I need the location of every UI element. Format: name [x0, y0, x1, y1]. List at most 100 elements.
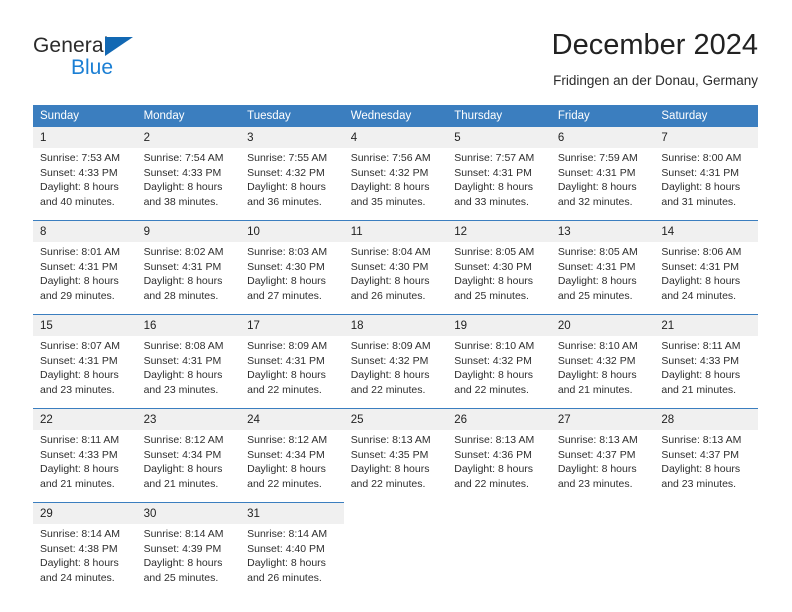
day-cell-empty: [447, 524, 551, 596]
sunrise-text: Sunrise: 8:09 AM: [247, 340, 328, 352]
day-number[interactable]: 10: [240, 220, 344, 242]
daylight-text-line2: and 36 minutes.: [247, 195, 322, 208]
day-cell: Sunrise: 8:14 AM Sunset: 4:40 PM Dayligh…: [240, 524, 344, 596]
daylight-text-line2: and 32 minutes.: [557, 195, 633, 208]
day-number[interactable]: 12: [447, 220, 551, 242]
daylight-text-line1: Daylight: 8 hours: [40, 369, 119, 382]
sunset-text: Sunset: 4:30 PM: [454, 260, 532, 273]
logo-triangle-icon: [105, 37, 133, 56]
day-number[interactable]: 28: [654, 408, 758, 430]
title-block: December 2024 Fridingen an der Donau, Ge…: [552, 28, 758, 90]
day-number[interactable]: 17: [240, 314, 344, 336]
sunrise-text: Sunrise: 8:06 AM: [661, 246, 742, 258]
sunset-text: Sunset: 4:30 PM: [350, 260, 429, 273]
day-number[interactable]: 20: [550, 314, 655, 336]
day-number[interactable]: 13: [550, 220, 655, 242]
sunrise-text: Sunrise: 8:04 AM: [350, 246, 431, 258]
daylight-text-line2: and 23 minutes.: [557, 477, 633, 490]
weekday-header-friday: Friday: [550, 105, 655, 127]
logo-text-blue: Blue: [71, 56, 114, 79]
day-number[interactable]: 1: [33, 127, 137, 148]
page-title: December 2024: [551, 29, 758, 61]
sunset-text: Sunset: 4:33 PM: [40, 448, 118, 461]
daylight-text-line2: and 25 minutes.: [454, 289, 529, 302]
sunset-text: Sunset: 4:32 PM: [247, 166, 325, 179]
daylight-text-line2: and 21 minutes.: [143, 477, 219, 490]
sunrise-text: Sunrise: 8:13 AM: [661, 434, 742, 446]
day-cell: Sunrise: 8:07 AM Sunset: 4:31 PM Dayligh…: [33, 336, 137, 409]
daylight-text-line1: Daylight: 8 hours: [661, 463, 741, 476]
sunset-text: Sunset: 4:30 PM: [247, 260, 325, 273]
day-number[interactable]: 29: [33, 502, 137, 524]
day-number[interactable]: 2: [136, 127, 241, 148]
daylight-text-line1: Daylight: 8 hours: [350, 275, 430, 288]
day-number[interactable]: 22: [33, 408, 137, 430]
week-info-row: Sunrise: 8:14 AM Sunset: 4:38 PM Dayligh…: [33, 524, 758, 596]
daylight-text-line1: Daylight: 8 hours: [661, 181, 741, 194]
sunrise-text: Sunrise: 8:02 AM: [143, 246, 224, 258]
day-cell: Sunrise: 8:10 AM Sunset: 4:32 PM Dayligh…: [550, 336, 655, 409]
day-cell: Sunrise: 8:12 AM Sunset: 4:34 PM Dayligh…: [136, 430, 241, 503]
daylight-text-line1: Daylight: 8 hours: [143, 369, 223, 382]
day-cell: Sunrise: 7:54 AM Sunset: 4:33 PM Dayligh…: [136, 148, 241, 221]
daylight-text-line2: and 22 minutes.: [454, 477, 529, 490]
day-number[interactable]: 16: [136, 314, 241, 336]
sunset-text: Sunset: 4:40 PM: [247, 542, 325, 555]
sunset-text: Sunset: 4:37 PM: [661, 448, 740, 461]
day-number[interactable]: 3: [240, 127, 344, 148]
sunrise-text: Sunrise: 7:53 AM: [40, 152, 120, 164]
day-number[interactable]: 5: [447, 127, 551, 148]
weekday-header-saturday: Saturday: [654, 105, 758, 127]
sunset-text: Sunset: 4:31 PM: [40, 354, 118, 367]
daylight-text-line2: and 25 minutes.: [557, 289, 633, 302]
day-number[interactable]: 26: [447, 408, 551, 430]
day-cell: Sunrise: 7:55 AM Sunset: 4:32 PM Dayligh…: [240, 148, 344, 221]
day-number[interactable]: 14: [654, 220, 758, 242]
day-number[interactable]: 30: [136, 502, 241, 524]
day-number[interactable]: 31: [240, 502, 344, 524]
sunrise-text: Sunrise: 8:14 AM: [247, 528, 328, 540]
sunset-text: Sunset: 4:33 PM: [143, 166, 222, 179]
day-number[interactable]: 23: [136, 408, 241, 430]
weekday-header-tuesday: Tuesday: [240, 105, 344, 127]
day-cell: Sunrise: 8:04 AM Sunset: 4:30 PM Dayligh…: [343, 242, 448, 315]
daylight-text-line2: and 27 minutes.: [247, 289, 322, 302]
week-info-row: Sunrise: 8:07 AM Sunset: 4:31 PM Dayligh…: [33, 336, 758, 409]
weekday-header-sunday: Sunday: [33, 105, 137, 127]
sunrise-text: Sunrise: 8:14 AM: [40, 528, 120, 540]
day-cell: Sunrise: 8:02 AM Sunset: 4:31 PM Dayligh…: [136, 242, 241, 315]
day-number[interactable]: 27: [550, 408, 655, 430]
daylight-text-line2: and 21 minutes.: [557, 383, 633, 396]
daylight-text-line2: and 31 minutes.: [661, 195, 737, 208]
sunrise-text: Sunrise: 8:12 AM: [143, 434, 224, 446]
day-cell-empty: [343, 524, 448, 596]
day-number[interactable]: 11: [343, 220, 448, 242]
sunrise-text: Sunrise: 8:10 AM: [454, 340, 535, 352]
sunset-text: Sunset: 4:31 PM: [557, 260, 636, 273]
sunset-text: Sunset: 4:31 PM: [143, 260, 222, 273]
day-number[interactable]: 9: [136, 220, 241, 242]
day-number[interactable]: 8: [33, 220, 137, 242]
daylight-text-line1: Daylight: 8 hours: [557, 369, 637, 382]
day-number[interactable]: 15: [33, 314, 137, 336]
daylight-text-line2: and 38 minutes.: [143, 195, 219, 208]
sunrise-text: Sunrise: 8:09 AM: [350, 340, 431, 352]
sunset-text: Sunset: 4:38 PM: [40, 542, 118, 555]
day-cell: Sunrise: 8:08 AM Sunset: 4:31 PM Dayligh…: [136, 336, 241, 409]
daylight-text-line1: Daylight: 8 hours: [454, 369, 534, 382]
day-number[interactable]: 19: [447, 314, 551, 336]
day-number[interactable]: 6: [550, 127, 655, 148]
day-number[interactable]: 7: [654, 127, 758, 148]
day-number-empty: [550, 502, 655, 524]
sunset-text: Sunset: 4:31 PM: [454, 166, 532, 179]
day-number[interactable]: 4: [343, 127, 448, 148]
daylight-text-line2: and 23 minutes.: [143, 383, 219, 396]
day-number[interactable]: 18: [343, 314, 448, 336]
weekday-header-monday: Monday: [136, 105, 241, 127]
day-number[interactable]: 21: [654, 314, 758, 336]
day-cell: Sunrise: 8:11 AM Sunset: 4:33 PM Dayligh…: [33, 430, 137, 503]
day-number[interactable]: 25: [343, 408, 448, 430]
day-number[interactable]: 24: [240, 408, 344, 430]
sunset-text: Sunset: 4:39 PM: [143, 542, 222, 555]
daylight-text-line1: Daylight: 8 hours: [247, 463, 326, 476]
